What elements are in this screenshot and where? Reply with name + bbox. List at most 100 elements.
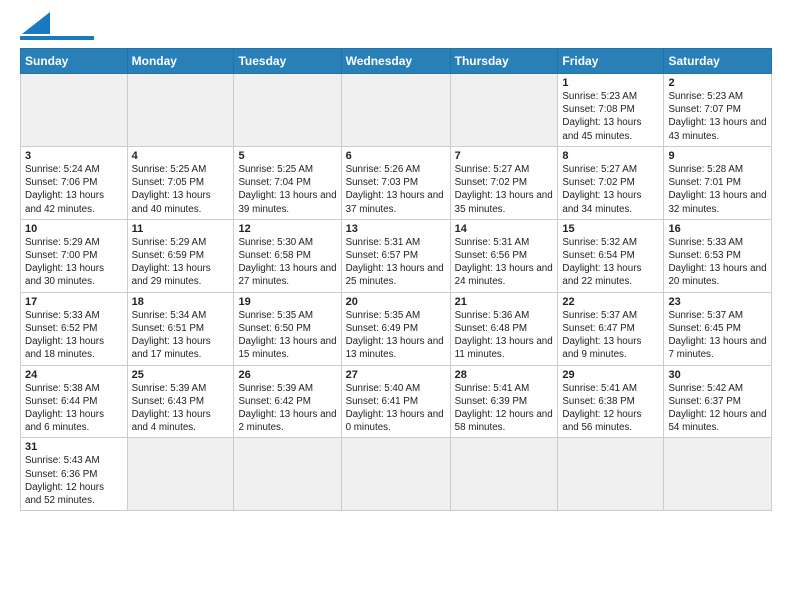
calendar-cell: 9Sunrise: 5:28 AM Sunset: 7:01 PM Daylig…: [664, 146, 772, 219]
calendar-cell: 4Sunrise: 5:25 AM Sunset: 7:05 PM Daylig…: [127, 146, 234, 219]
page: SundayMondayTuesdayWednesdayThursdayFrid…: [0, 0, 792, 612]
day-info: Sunrise: 5:36 AM Sunset: 6:48 PM Dayligh…: [455, 309, 554, 362]
calendar-cell: [450, 438, 558, 511]
calendar-cell: 25Sunrise: 5:39 AM Sunset: 6:43 PM Dayli…: [127, 365, 234, 438]
calendar-cell: 14Sunrise: 5:31 AM Sunset: 6:56 PM Dayli…: [450, 219, 558, 292]
calendar-header-row: SundayMondayTuesdayWednesdayThursdayFrid…: [21, 49, 772, 74]
calendar-week-row: 1Sunrise: 5:23 AM Sunset: 7:08 PM Daylig…: [21, 74, 772, 147]
day-info: Sunrise: 5:39 AM Sunset: 6:42 PM Dayligh…: [238, 382, 336, 435]
day-number: 19: [238, 296, 336, 308]
calendar-cell: 22Sunrise: 5:37 AM Sunset: 6:47 PM Dayli…: [558, 292, 664, 365]
calendar-cell: [558, 438, 664, 511]
calendar-cell: 12Sunrise: 5:30 AM Sunset: 6:58 PM Dayli…: [234, 219, 341, 292]
day-header-tuesday: Tuesday: [234, 49, 341, 74]
day-number: 18: [132, 296, 230, 308]
day-number: 16: [668, 223, 767, 235]
calendar-week-row: 3Sunrise: 5:24 AM Sunset: 7:06 PM Daylig…: [21, 146, 772, 219]
calendar-cell: 6Sunrise: 5:26 AM Sunset: 7:03 PM Daylig…: [341, 146, 450, 219]
calendar-cell: 23Sunrise: 5:37 AM Sunset: 6:45 PM Dayli…: [664, 292, 772, 365]
day-info: Sunrise: 5:33 AM Sunset: 6:52 PM Dayligh…: [25, 309, 123, 362]
logo-bar: [20, 36, 94, 40]
calendar-cell: 19Sunrise: 5:35 AM Sunset: 6:50 PM Dayli…: [234, 292, 341, 365]
day-info: Sunrise: 5:31 AM Sunset: 6:56 PM Dayligh…: [455, 236, 554, 289]
calendar-cell: 11Sunrise: 5:29 AM Sunset: 6:59 PM Dayli…: [127, 219, 234, 292]
day-header-thursday: Thursday: [450, 49, 558, 74]
day-number: 29: [562, 369, 659, 381]
calendar-cell: 18Sunrise: 5:34 AM Sunset: 6:51 PM Dayli…: [127, 292, 234, 365]
day-info: Sunrise: 5:27 AM Sunset: 7:02 PM Dayligh…: [455, 163, 554, 216]
calendar-week-row: 24Sunrise: 5:38 AM Sunset: 6:44 PM Dayli…: [21, 365, 772, 438]
day-info: Sunrise: 5:33 AM Sunset: 6:53 PM Dayligh…: [668, 236, 767, 289]
calendar-cell: 29Sunrise: 5:41 AM Sunset: 6:38 PM Dayli…: [558, 365, 664, 438]
logo: [20, 16, 94, 40]
header: [20, 16, 772, 40]
calendar-cell: 28Sunrise: 5:41 AM Sunset: 6:39 PM Dayli…: [450, 365, 558, 438]
calendar-cell: [341, 74, 450, 147]
day-number: 22: [562, 296, 659, 308]
day-number: 15: [562, 223, 659, 235]
calendar-cell: 17Sunrise: 5:33 AM Sunset: 6:52 PM Dayli…: [21, 292, 128, 365]
calendar-table: SundayMondayTuesdayWednesdayThursdayFrid…: [20, 48, 772, 511]
calendar-cell: [341, 438, 450, 511]
calendar-cell: 26Sunrise: 5:39 AM Sunset: 6:42 PM Dayli…: [234, 365, 341, 438]
day-info: Sunrise: 5:30 AM Sunset: 6:58 PM Dayligh…: [238, 236, 336, 289]
day-number: 1: [562, 77, 659, 89]
day-number: 5: [238, 150, 336, 162]
day-info: Sunrise: 5:40 AM Sunset: 6:41 PM Dayligh…: [346, 382, 446, 435]
day-number: 7: [455, 150, 554, 162]
day-info: Sunrise: 5:41 AM Sunset: 6:39 PM Dayligh…: [455, 382, 554, 435]
day-info: Sunrise: 5:26 AM Sunset: 7:03 PM Dayligh…: [346, 163, 446, 216]
day-info: Sunrise: 5:43 AM Sunset: 6:36 PM Dayligh…: [25, 454, 123, 507]
day-header-sunday: Sunday: [21, 49, 128, 74]
day-number: 13: [346, 223, 446, 235]
calendar-cell: [234, 74, 341, 147]
day-number: 21: [455, 296, 554, 308]
day-number: 25: [132, 369, 230, 381]
day-number: 14: [455, 223, 554, 235]
day-info: Sunrise: 5:39 AM Sunset: 6:43 PM Dayligh…: [132, 382, 230, 435]
day-info: Sunrise: 5:25 AM Sunset: 7:04 PM Dayligh…: [238, 163, 336, 216]
day-info: Sunrise: 5:29 AM Sunset: 7:00 PM Dayligh…: [25, 236, 123, 289]
day-info: Sunrise: 5:31 AM Sunset: 6:57 PM Dayligh…: [346, 236, 446, 289]
day-header-monday: Monday: [127, 49, 234, 74]
calendar-cell: 1Sunrise: 5:23 AM Sunset: 7:08 PM Daylig…: [558, 74, 664, 147]
calendar-cell: [21, 74, 128, 147]
day-header-saturday: Saturday: [664, 49, 772, 74]
day-number: 26: [238, 369, 336, 381]
day-number: 28: [455, 369, 554, 381]
day-number: 8: [562, 150, 659, 162]
day-number: 10: [25, 223, 123, 235]
calendar-cell: [127, 74, 234, 147]
calendar-cell: 5Sunrise: 5:25 AM Sunset: 7:04 PM Daylig…: [234, 146, 341, 219]
day-info: Sunrise: 5:38 AM Sunset: 6:44 PM Dayligh…: [25, 382, 123, 435]
calendar-cell: 27Sunrise: 5:40 AM Sunset: 6:41 PM Dayli…: [341, 365, 450, 438]
calendar-cell: 21Sunrise: 5:36 AM Sunset: 6:48 PM Dayli…: [450, 292, 558, 365]
calendar-week-row: 17Sunrise: 5:33 AM Sunset: 6:52 PM Dayli…: [21, 292, 772, 365]
calendar-cell: 7Sunrise: 5:27 AM Sunset: 7:02 PM Daylig…: [450, 146, 558, 219]
calendar-cell: 13Sunrise: 5:31 AM Sunset: 6:57 PM Dayli…: [341, 219, 450, 292]
day-info: Sunrise: 5:37 AM Sunset: 6:47 PM Dayligh…: [562, 309, 659, 362]
day-info: Sunrise: 5:42 AM Sunset: 6:37 PM Dayligh…: [668, 382, 767, 435]
day-info: Sunrise: 5:25 AM Sunset: 7:05 PM Dayligh…: [132, 163, 230, 216]
day-info: Sunrise: 5:28 AM Sunset: 7:01 PM Dayligh…: [668, 163, 767, 216]
calendar-week-row: 10Sunrise: 5:29 AM Sunset: 7:00 PM Dayli…: [21, 219, 772, 292]
day-number: 12: [238, 223, 336, 235]
day-info: Sunrise: 5:35 AM Sunset: 6:50 PM Dayligh…: [238, 309, 336, 362]
calendar-cell: [127, 438, 234, 511]
day-info: Sunrise: 5:32 AM Sunset: 6:54 PM Dayligh…: [562, 236, 659, 289]
day-info: Sunrise: 5:23 AM Sunset: 7:07 PM Dayligh…: [668, 90, 767, 143]
day-info: Sunrise: 5:27 AM Sunset: 7:02 PM Dayligh…: [562, 163, 659, 216]
calendar-cell: 3Sunrise: 5:24 AM Sunset: 7:06 PM Daylig…: [21, 146, 128, 219]
calendar-cell: 2Sunrise: 5:23 AM Sunset: 7:07 PM Daylig…: [664, 74, 772, 147]
day-info: Sunrise: 5:23 AM Sunset: 7:08 PM Dayligh…: [562, 90, 659, 143]
day-number: 6: [346, 150, 446, 162]
day-number: 11: [132, 223, 230, 235]
calendar-cell: 10Sunrise: 5:29 AM Sunset: 7:00 PM Dayli…: [21, 219, 128, 292]
calendar-cell: 31Sunrise: 5:43 AM Sunset: 6:36 PM Dayli…: [21, 438, 128, 511]
calendar-cell: 20Sunrise: 5:35 AM Sunset: 6:49 PM Dayli…: [341, 292, 450, 365]
day-number: 27: [346, 369, 446, 381]
calendar-cell: 24Sunrise: 5:38 AM Sunset: 6:44 PM Dayli…: [21, 365, 128, 438]
calendar-cell: [234, 438, 341, 511]
day-number: 20: [346, 296, 446, 308]
day-header-friday: Friday: [558, 49, 664, 74]
